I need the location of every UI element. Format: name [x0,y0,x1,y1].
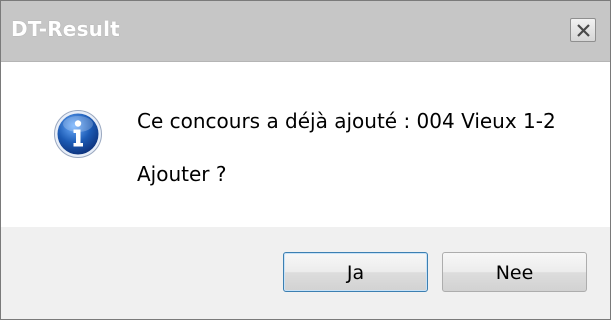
title-bar[interactable]: DT-Result [1,1,610,62]
message-area: Ce concours a déjà ajouté : 004 Vieux 1-… [1,62,610,227]
info-icon [54,110,102,158]
window-title: DT-Result [11,17,120,41]
close-button[interactable] [570,18,596,42]
yes-button[interactable]: Ja [283,252,428,292]
no-button[interactable]: Nee [442,252,587,292]
message-dialog: DT-Result Ce concours a déjà ajouté : 00… [0,0,611,320]
question-text: Ajouter ? [137,162,227,186]
close-icon [577,24,590,37]
button-bar: Ja Nee [1,227,610,319]
message-text: Ce concours a déjà ajouté : 004 Vieux 1-… [137,109,556,133]
